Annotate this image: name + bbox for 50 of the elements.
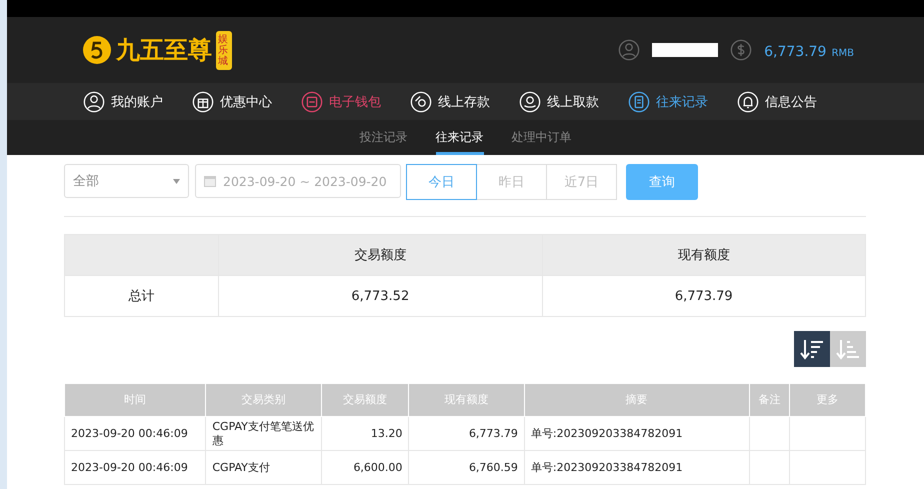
nav-item[interactable]: 信息公告 bbox=[737, 90, 846, 112]
nav-item[interactable]: 电子钱包 bbox=[301, 90, 410, 112]
table-cell: 13.20 bbox=[321, 416, 409, 450]
wallet-icon bbox=[301, 90, 323, 112]
currency-label: RMB bbox=[832, 48, 854, 58]
table-cell: 单号:202309203384782091 bbox=[524, 450, 750, 484]
table-cell: 2023-09-20 00:46:09 bbox=[64, 450, 206, 484]
date-range-button[interactable]: 今日 bbox=[406, 164, 477, 200]
table-cell: 6,600.00 bbox=[321, 450, 409, 484]
logo-badge: 娱乐城 bbox=[216, 30, 232, 70]
table-cell: 6,773.79 bbox=[542, 276, 866, 316]
dollar-icon bbox=[730, 39, 752, 61]
user-icon bbox=[83, 90, 105, 112]
logo-text: 九五至尊 bbox=[116, 34, 212, 66]
calendar-icon bbox=[203, 174, 217, 188]
table-cell: 6,773.52 bbox=[218, 276, 542, 316]
nav-item[interactable]: 线上取款 bbox=[519, 90, 628, 112]
sub-tab[interactable]: 投注记录 bbox=[360, 120, 408, 155]
sort-button[interactable] bbox=[794, 331, 830, 367]
gift-icon bbox=[192, 90, 214, 112]
sort-descending-icon bbox=[800, 338, 824, 360]
table-cell: 单号:202309203384782091 bbox=[524, 416, 750, 450]
table-cell: 6,773.79 bbox=[408, 416, 524, 450]
table-cell: 2023-09-20 00:46:09 bbox=[64, 416, 206, 450]
balance-amount: 6,773.79 bbox=[764, 44, 826, 60]
table-cell: CGPAY支付 bbox=[206, 450, 322, 484]
sub-tab[interactable]: 处理中订单 bbox=[512, 120, 572, 155]
redaction-block bbox=[652, 43, 718, 57]
row-label: 总计 bbox=[64, 276, 219, 316]
sub-tab[interactable]: 往来记录 bbox=[436, 120, 484, 155]
nav-item[interactable]: 线上存款 bbox=[410, 90, 519, 112]
user-icon bbox=[618, 39, 640, 61]
record-icon bbox=[628, 90, 650, 112]
deposit-icon bbox=[410, 90, 432, 112]
table-cell bbox=[749, 450, 790, 484]
nav-item[interactable]: 往来记录 bbox=[628, 90, 737, 112]
table-cell: 6,760.59 bbox=[408, 450, 524, 484]
date-range-field[interactable]: 2023-09-20 ~ 2023-09-20 bbox=[195, 164, 401, 198]
table-cell: CGPAY支付笔笔送优惠 bbox=[206, 416, 322, 450]
column-header: 现有额度 bbox=[542, 234, 866, 276]
table-cell bbox=[749, 416, 790, 450]
column-header: 交易额度 bbox=[218, 234, 542, 276]
caret-icon bbox=[173, 178, 180, 184]
nav-item[interactable]: 优惠中心 bbox=[192, 90, 301, 112]
type-select[interactable]: 全部 bbox=[64, 164, 189, 198]
logo-emblem-icon bbox=[82, 35, 112, 65]
nav-item[interactable]: 我的账户 bbox=[83, 90, 192, 112]
sort-ascending-icon bbox=[836, 338, 860, 360]
bell-icon bbox=[737, 90, 759, 112]
withdraw-icon bbox=[519, 90, 541, 112]
